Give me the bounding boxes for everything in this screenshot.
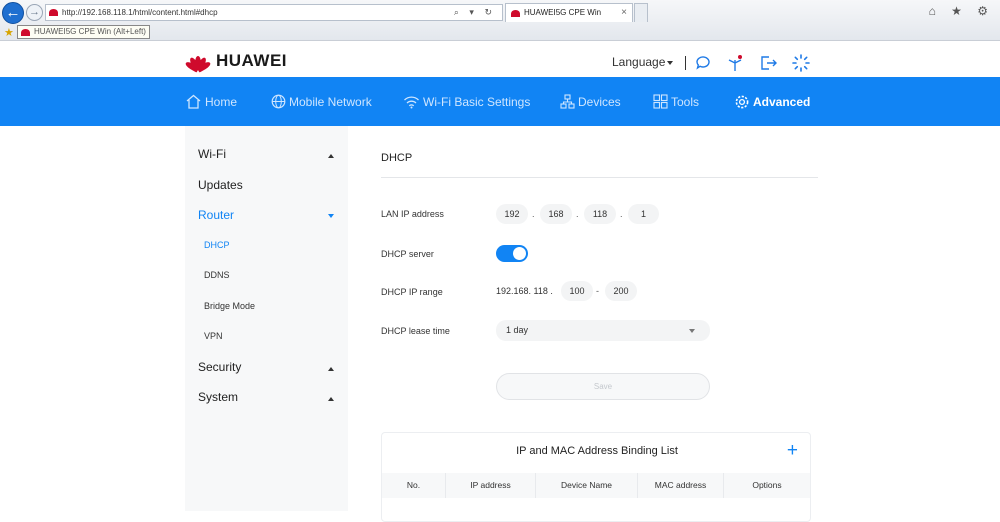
chevron-down-icon[interactable]	[328, 214, 334, 218]
ip-range-start-input[interactable]: 100	[561, 281, 593, 301]
lan-ip-octet-2[interactable]: 168	[540, 204, 572, 224]
column-header-options: Options	[752, 480, 782, 490]
title-divider	[381, 177, 818, 178]
sidebar-item-router[interactable]: Router	[198, 208, 234, 222]
ip-range-end-input[interactable]: 200	[605, 281, 637, 301]
nav-home[interactable]: Home	[185, 77, 237, 126]
sidebar-item-vpn[interactable]: VPN	[204, 331, 223, 341]
back-tooltip: HUAWEI5G CPE Win (Alt+Left)	[17, 25, 150, 39]
logout-icon[interactable]	[759, 54, 777, 72]
column-header-mac: MAC address	[638, 473, 724, 498]
ip-range-label: DHCP IP range	[381, 287, 443, 297]
nav-wifi-basic-label: Wi-Fi Basic Settings	[423, 94, 531, 109]
lan-ip-octet-3[interactable]: 118	[584, 204, 616, 224]
column-header-ip: IP address	[446, 473, 536, 498]
back-button[interactable]: ←	[2, 2, 24, 24]
chevron-up-icon[interactable]	[328, 154, 334, 158]
nav-wifi-basic[interactable]: Wi-Fi Basic Settings	[403, 77, 530, 126]
main-nav: Home Mobile Network Wi-Fi Basic Settings…	[0, 77, 1000, 126]
brand-name: HUAWEI	[216, 51, 287, 70]
column-header-no: No.	[382, 473, 446, 498]
new-tab-button[interactable]	[634, 3, 648, 22]
favorites-bar: ★ HUAWEI5G CPE Win (Alt+Left)	[0, 24, 1000, 41]
forward-button[interactable]: →	[26, 4, 43, 21]
chat-icon[interactable]	[694, 54, 712, 72]
chevron-down-icon	[667, 60, 674, 65]
brand-logo[interactable]: HUAWEI	[184, 50, 287, 73]
sidebar-item-wifi[interactable]: Wi-Fi	[198, 147, 226, 161]
tab-title: HUAWEI5G CPE Win	[524, 8, 602, 17]
dhcp-server-label: DHCP server	[381, 249, 434, 259]
tooltip-text: HUAWEI5G CPE Win (Alt+Left)	[34, 27, 146, 36]
home-icon	[186, 94, 201, 109]
page-title: DHCP	[381, 152, 413, 164]
lan-ip-octet-1[interactable]: 192	[496, 204, 528, 224]
address-bar[interactable]: http://192.168.118.1/html/content.html#d…	[45, 4, 503, 21]
browser-tab[interactable]: HUAWEI5G CPE Win ×	[505, 3, 633, 22]
nav-tools[interactable]: Tools	[653, 77, 699, 126]
nav-mobile-network-label: Mobile Network	[289, 94, 372, 109]
browser-chrome: ← → http://192.168.118.1/html/content.ht…	[0, 0, 1000, 41]
chevron-up-icon[interactable]	[328, 397, 334, 401]
range-dash: -	[596, 286, 599, 296]
nav-devices[interactable]: Devices	[560, 77, 621, 126]
tab-close-icon[interactable]: ×	[621, 4, 627, 22]
binding-list-title: IP and MAC Address Binding List	[516, 445, 678, 457]
binding-list-card: IP and MAC Address Binding List + No. IP…	[381, 432, 811, 522]
lan-ip-octet-4[interactable]: 1	[628, 204, 659, 224]
antenna-icon[interactable]	[726, 54, 744, 72]
page-header: HUAWEI Language	[0, 42, 1000, 77]
ip-range-prefix: 192.168. 118 .	[496, 286, 553, 296]
favicon-icon	[49, 9, 58, 16]
sidebar-item-ddns[interactable]: DDNS	[204, 270, 230, 280]
sidebar-item-security[interactable]: Security	[198, 360, 241, 374]
address-url: http://192.168.118.1/html/content.html#d…	[62, 8, 218, 17]
tools-icon	[653, 94, 668, 109]
sidebar-item-dhcp[interactable]: DHCP	[204, 240, 230, 250]
lease-time-select[interactable]: 1 day	[496, 320, 710, 341]
ip-dot: .	[576, 209, 579, 219]
language-selector[interactable]: Language	[612, 55, 674, 69]
nav-devices-label: Devices	[578, 94, 621, 109]
devices-icon	[560, 94, 575, 109]
nav-advanced-label: Advanced	[753, 94, 811, 109]
lan-ip-label: LAN IP address	[381, 209, 444, 219]
browser-tools-icon[interactable]: ⌂ ★ ⚙	[929, 4, 994, 18]
column-header-device-name: Device Name	[536, 473, 638, 498]
lease-time-label: DHCP lease time	[381, 326, 450, 336]
chevron-up-icon[interactable]	[328, 367, 334, 371]
sidebar-item-system[interactable]: System	[198, 390, 238, 404]
address-actions-icon[interactable]: ⌕ ▾ ↻	[454, 5, 496, 20]
sidebar-item-updates[interactable]: Updates	[198, 178, 243, 192]
ip-dot: .	[620, 209, 623, 219]
globe-icon	[271, 94, 286, 109]
ip-dot: .	[532, 209, 535, 219]
sidebar: Wi-Fi Updates Router DHCP DDNS Bridge Mo…	[185, 126, 348, 511]
nav-tools-label: Tools	[671, 94, 700, 109]
sidebar-item-bridge-mode[interactable]: Bridge Mode	[204, 301, 255, 311]
tab-favicon-icon	[511, 10, 520, 17]
wifi-icon	[404, 95, 419, 108]
nav-advanced[interactable]: Advanced	[734, 77, 810, 126]
save-button[interactable]: Save	[496, 373, 710, 400]
favorites-star-icon[interactable]: ★	[4, 26, 14, 39]
nav-mobile-network[interactable]: Mobile Network	[271, 77, 372, 126]
lease-time-value: 1 day	[506, 325, 529, 335]
gear-icon	[735, 95, 749, 108]
tooltip-favicon-icon	[21, 29, 30, 36]
loading-icon	[792, 54, 810, 72]
huawei-flower-icon	[184, 50, 212, 73]
nav-home-label: Home	[205, 94, 238, 109]
binding-table-header: No. IP address Device Name MAC address O…	[382, 473, 810, 498]
add-binding-icon[interactable]: +	[787, 439, 798, 463]
dhcp-server-toggle[interactable]	[496, 245, 528, 262]
chevron-down-icon	[689, 329, 695, 333]
language-label: Language	[612, 55, 666, 69]
toggle-knob	[513, 247, 526, 260]
header-separator	[685, 56, 686, 70]
